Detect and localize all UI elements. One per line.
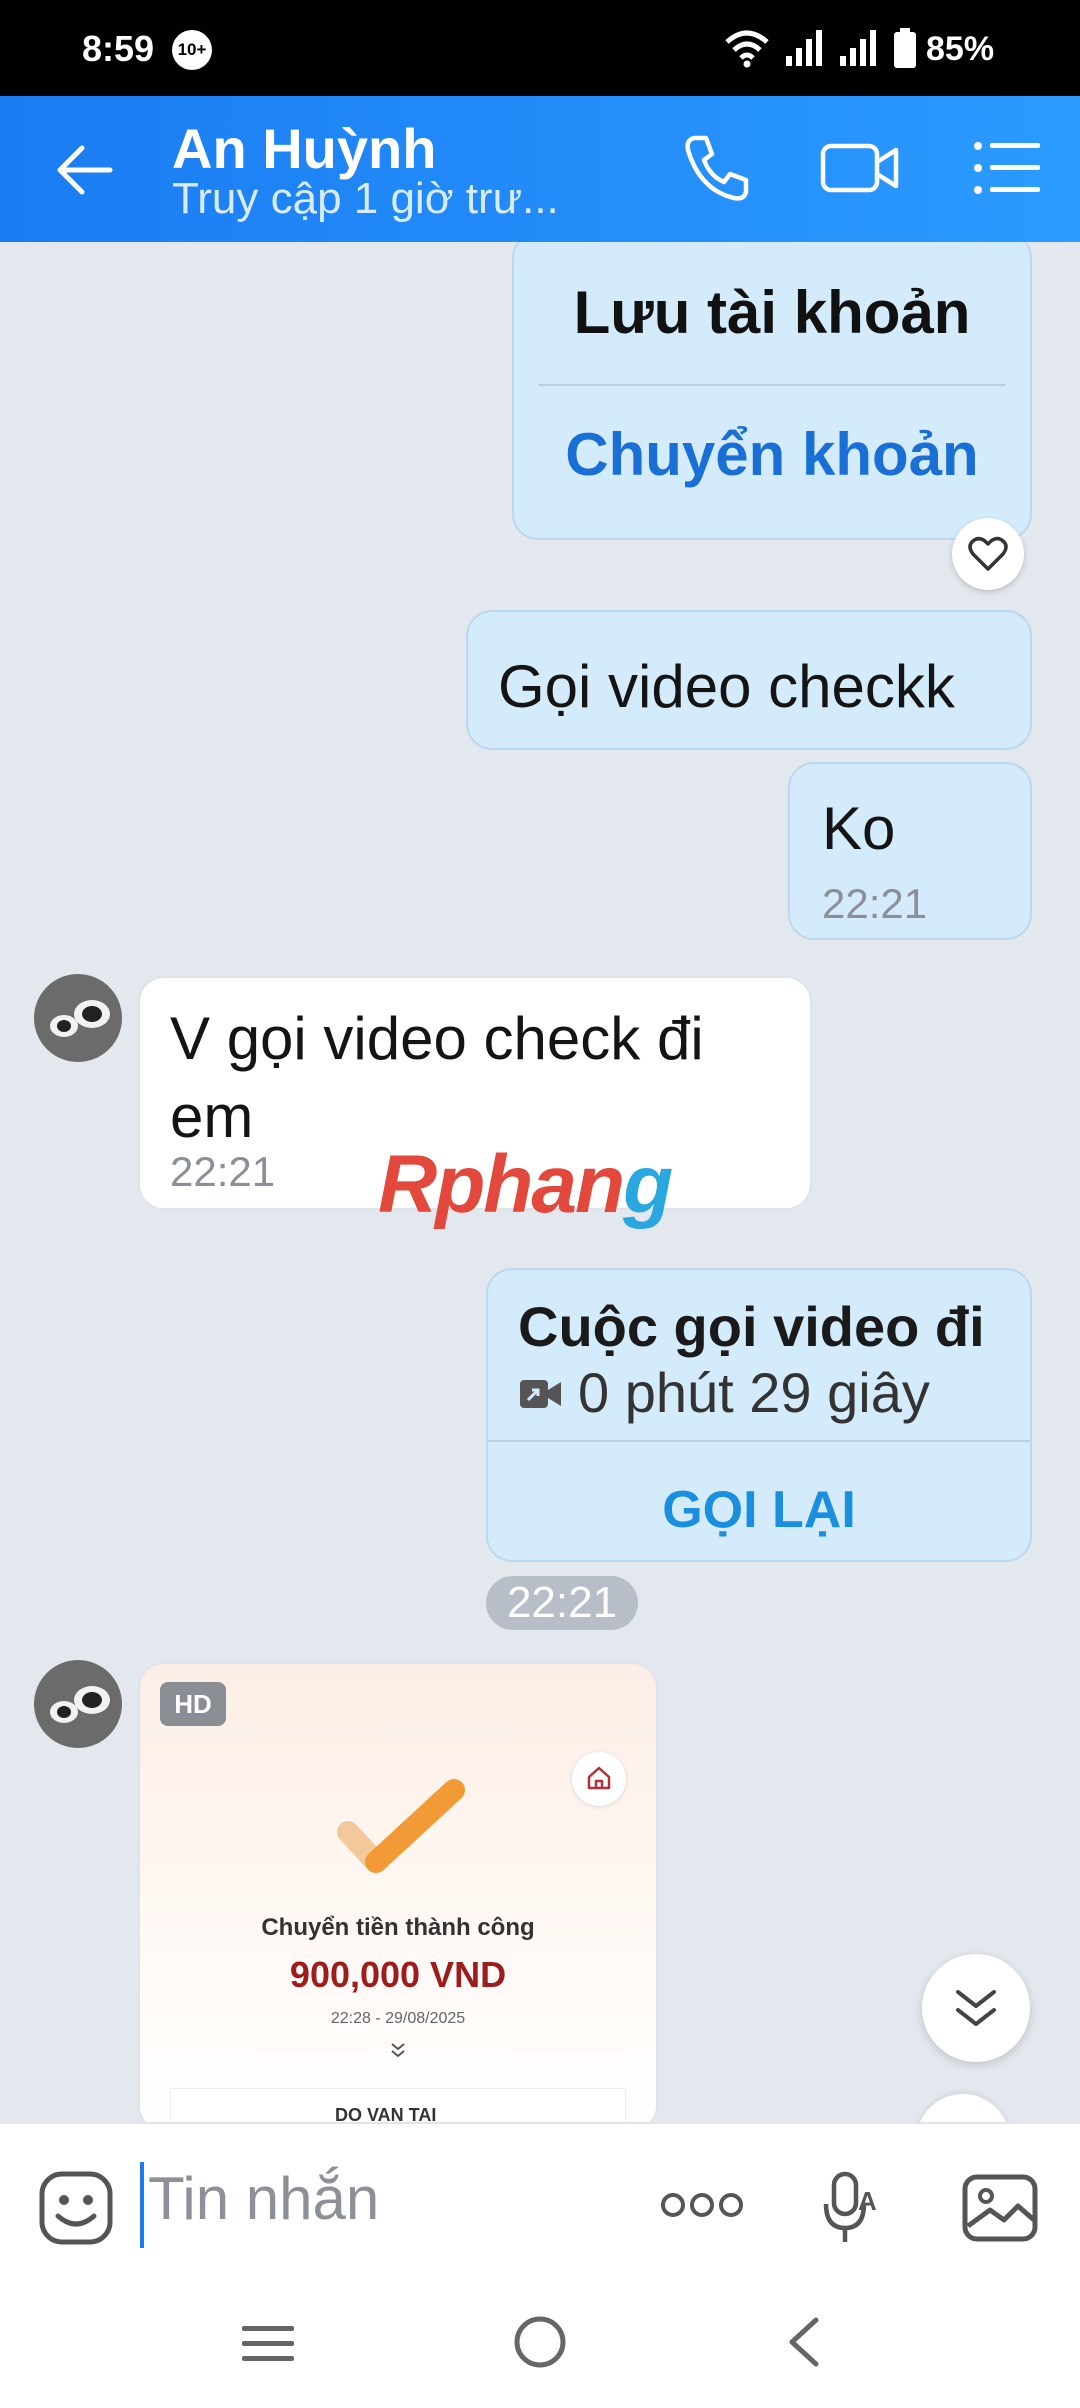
last-seen-status: Truy cập 1 giờ trư... [172,174,559,223]
sheep-avatar-icon [50,1000,110,1037]
chat-area[interactable]: Lưu tài khoản Chuyển khoản Gọi video che… [0,242,1080,2122]
home-nav-icon[interactable] [512,2314,568,2370]
transfer-datetime: 22:28 - 29/08/2025 [330,2010,466,2027]
message-text: Gọi video checkk [498,653,955,720]
contact-name[interactable]: An Huỳnh [172,116,436,181]
message-text: Ko [822,795,896,862]
battery-percent: 85% [926,30,995,68]
watermark-text: Rphan [378,1139,625,1230]
recent-apps-icon[interactable] [238,2320,298,2368]
reaction-button[interactable] [916,2094,1010,2122]
avatar[interactable] [34,1660,122,1748]
status-time: 8:59 [82,28,155,69]
bank-account-card[interactable]: Lưu tài khoản Chuyển khoản [512,242,1032,540]
watermark-logo: Rphang [378,1138,673,1232]
sheep-avatar-icon [50,1686,110,1723]
recipient-panel: DO VAN TAI [170,2088,626,2122]
transfer-status: Chuyển tiền thành công [261,1914,535,1941]
call-again-button[interactable]: GỌI LẠI [488,1480,1030,1540]
hd-badge: HD [160,1682,226,1726]
recipient-name: DO VAN TAI [335,2105,437,2122]
text-cursor [140,2162,144,2248]
image-message[interactable]: HD Chuyển tiền thành công 900,000 VND 22… [138,1662,658,2122]
svg-text:A: A [858,2186,877,2216]
back-nav-icon[interactable] [784,2316,824,2368]
react-button[interactable] [952,518,1024,590]
signal-icon [840,30,876,66]
outgoing-message[interactable]: Ko 22:21 [788,762,1032,940]
wifi-icon [725,30,769,68]
list-menu-icon[interactable] [972,138,1042,198]
voice-mic-icon[interactable]: A [820,2170,882,2246]
call-title: Cuộc gọi video đi [518,1295,985,1358]
chat-header: An Huỳnh Truy cập 1 giờ trư... [0,96,1080,242]
status-bar: 8:59 10+ 85% [0,0,1080,96]
more-dots-icon[interactable] [660,2190,744,2220]
time-separator: 22:21 [486,1576,638,1630]
emoji-icon[interactable] [38,2170,114,2246]
phone-icon[interactable] [680,132,752,204]
system-nav-bar [0,2288,1080,2408]
signal-icon [786,30,822,66]
message-time: 22:21 [822,880,928,927]
call-duration: 0 phút 29 giây [578,1361,930,1424]
message-input[interactable]: Tin nhắn [148,2164,379,2233]
home-icon [587,1766,611,1790]
chevron-down-icon [391,2043,405,2058]
home-button [572,1752,626,1806]
video-call-icon [520,1380,561,1408]
message-time: 22:21 [170,1148,276,1195]
scroll-to-bottom-button[interactable] [922,1954,1030,2062]
transfer-button[interactable]: Chuyển khoản [514,420,1030,489]
video-call-card[interactable]: Cuộc gọi video đi 0 phút 29 giây GỌI LẠI [486,1268,1032,1562]
transfer-amount: 900,000 VND [289,1954,507,1995]
message-composer: Tin nhắn A [0,2122,1080,2288]
video-camera-icon[interactable] [820,136,900,200]
chevron-down-icon [956,1990,996,2026]
watermark-tail: g [623,1139,673,1230]
heart-icon [968,536,1008,571]
save-account-button[interactable]: Lưu tài khoản [514,278,1030,347]
message-text: V gọi video check đi em [170,1005,704,1150]
notification-badge: 10+ [172,30,212,70]
avatar[interactable] [34,974,122,1062]
divider [488,1440,1030,1442]
outgoing-message[interactable]: Gọi video checkk [466,610,1032,750]
gallery-icon[interactable] [962,2174,1038,2242]
divider [538,384,1006,386]
success-check-icon [337,1779,465,1873]
battery-icon [894,28,916,68]
back-arrow-icon[interactable] [52,140,116,200]
